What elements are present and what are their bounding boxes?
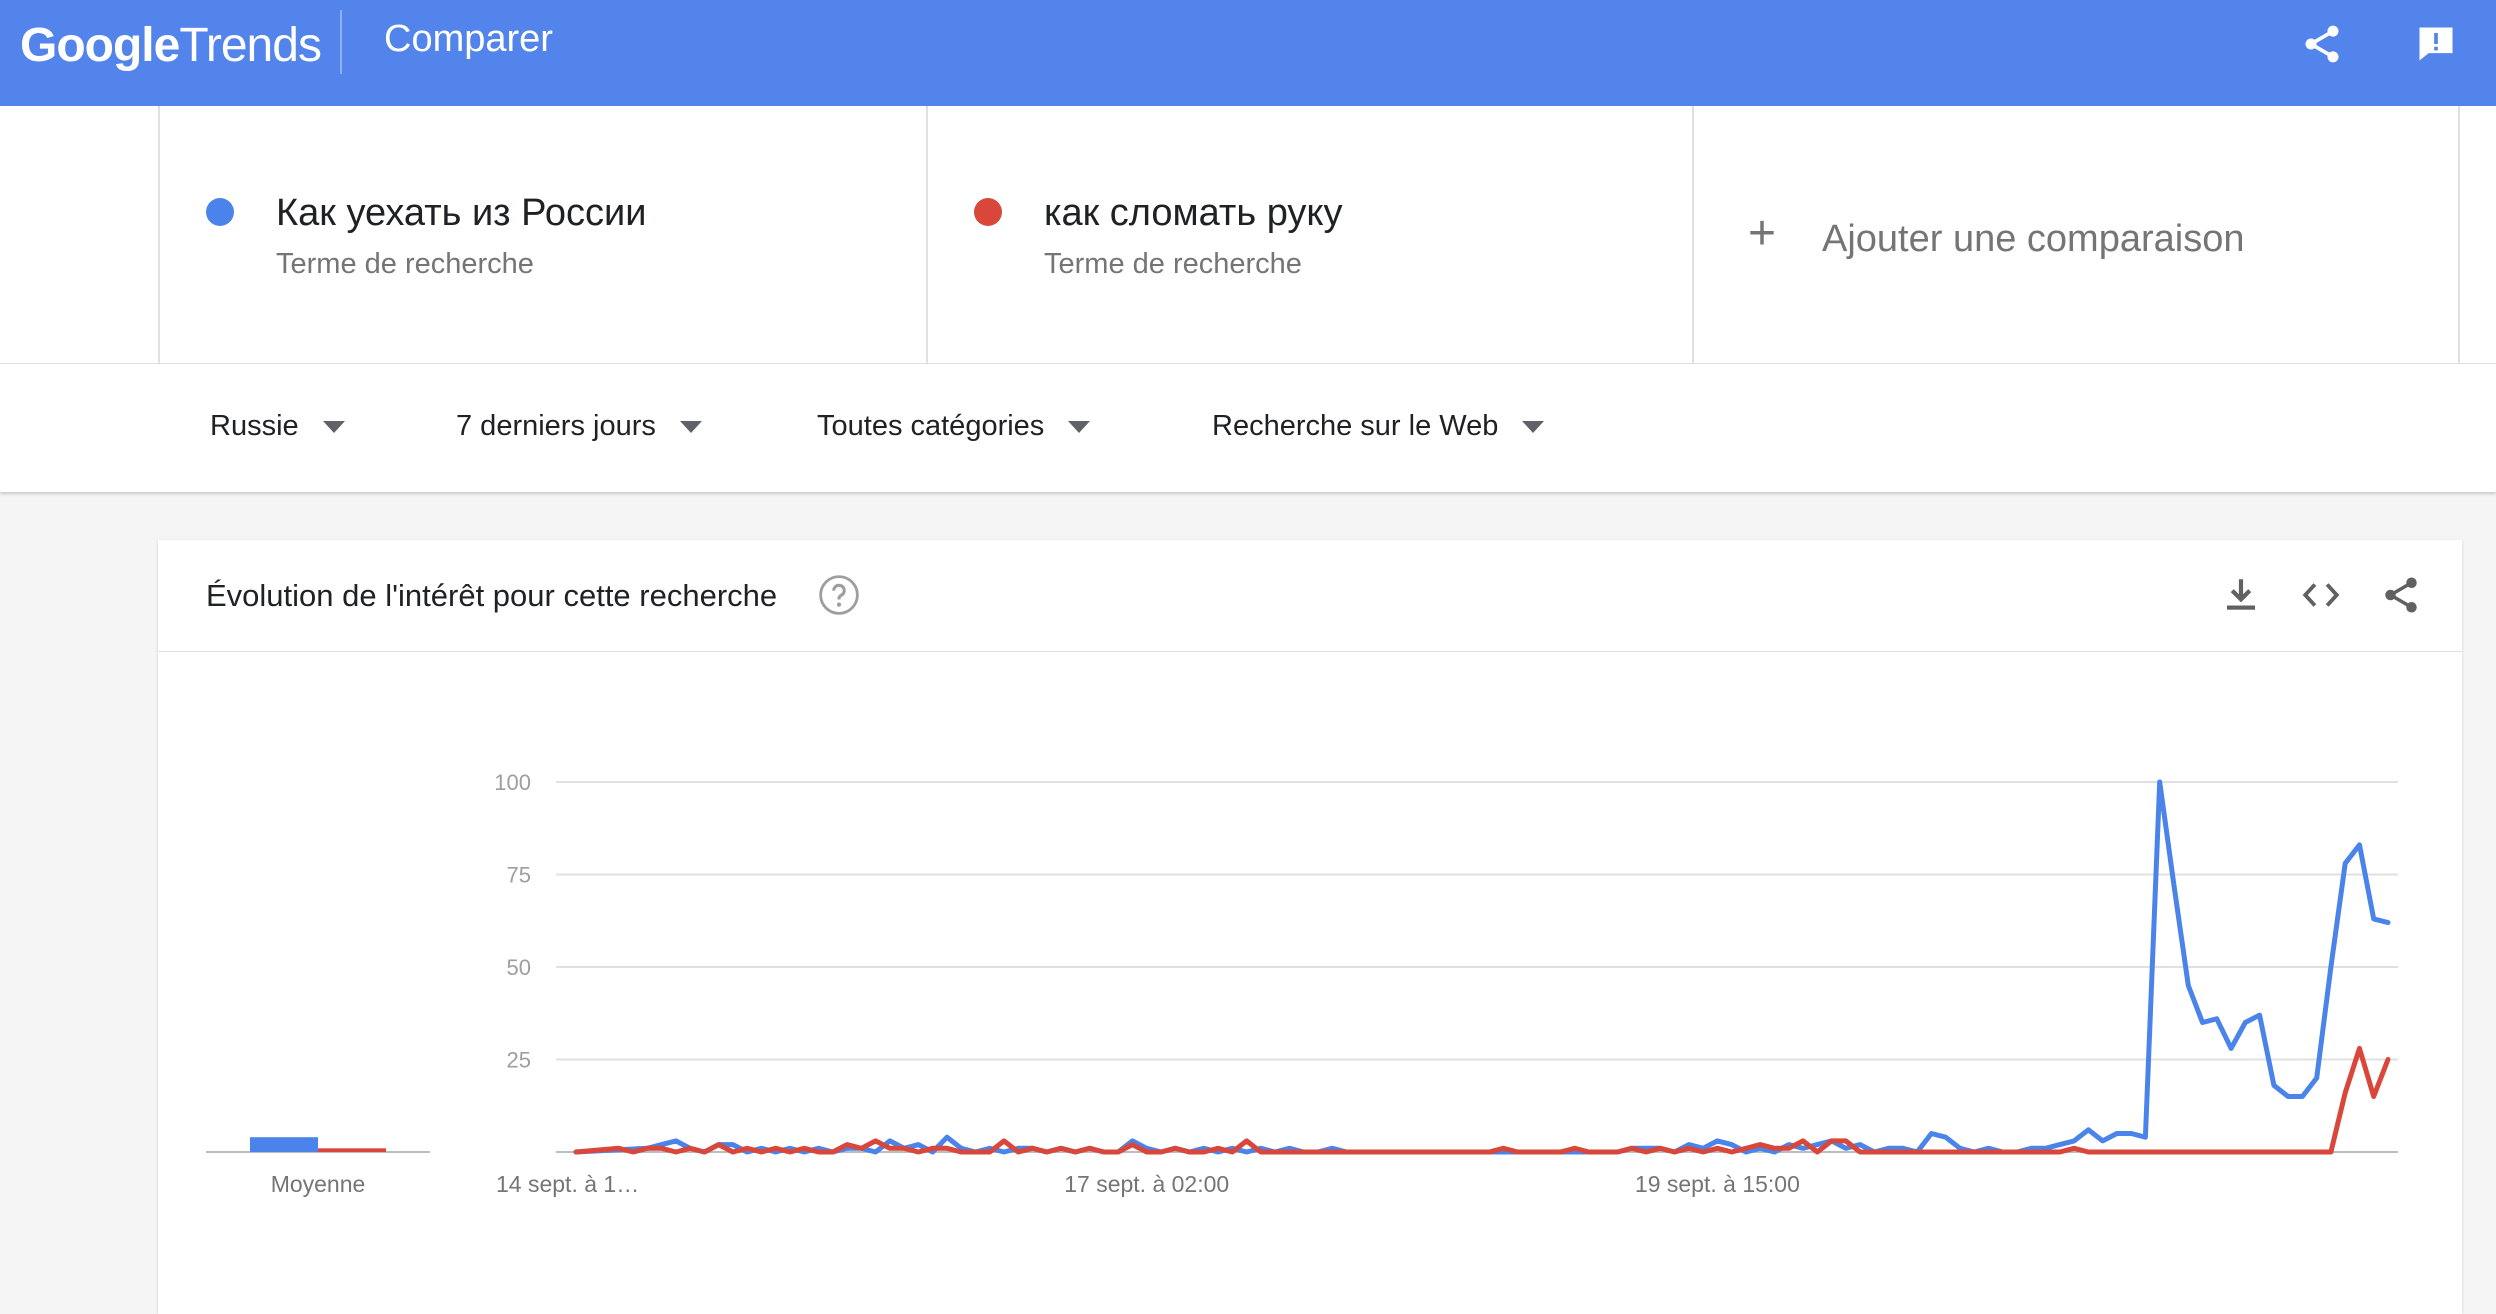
interest-line-chart: 100755025 14 sept. à 1… 17 sept. à 02:00 1…	[206, 770, 2398, 1197]
term-card-2[interactable]: как сломать руку Terme de recherche	[926, 106, 1692, 364]
term-1-name: Как уехать из России	[276, 192, 647, 234]
caret-down-icon	[679, 420, 702, 433]
y-axis-ticks: 100 75 50 25	[494, 770, 531, 1073]
category-filter[interactable]: Toutes catégories	[817, 410, 1091, 443]
help-icon[interactable]	[818, 574, 860, 616]
caret-down-icon	[322, 420, 345, 433]
average-bar	[318, 1148, 386, 1152]
logo-google-text: Google	[20, 19, 180, 72]
x-tick-label: 17 sept. à 02:00	[1064, 1171, 1229, 1197]
term-1-subtitle: Terme de recherche	[276, 248, 534, 280]
share-icon[interactable]	[2300, 22, 2344, 66]
add-comparison-button[interactable]: + Ajouter une comparaison	[1692, 106, 2460, 364]
x-tick-label: 14 sept. à 1…	[496, 1171, 639, 1197]
chart-grid	[556, 781, 2398, 1153]
app-header: GoogleTrends Comparer	[0, 0, 2496, 106]
x-tick-label: 19 sept. à 15:00	[1635, 1171, 1800, 1197]
y-tick-label: 50	[507, 955, 531, 980]
plus-icon: +	[1748, 207, 1777, 260]
logo-trends-text: Trends	[179, 19, 322, 72]
google-trends-logo[interactable]: GoogleTrends	[20, 18, 322, 73]
y-tick-label: 75	[507, 863, 531, 888]
filters-bar: Russie 7 derniers jours Toutes catégorie…	[0, 364, 2496, 492]
feedback-icon[interactable]	[2414, 22, 2458, 66]
search-type-filter[interactable]: Recherche sur le Web	[1212, 410, 1545, 443]
y-tick-label: 25	[507, 1048, 531, 1073]
term-card-1[interactable]: Как уехать из России Terme de recherche	[158, 106, 926, 364]
y-tick-label: 100	[494, 770, 531, 795]
x-axis-ticks: 14 sept. à 1… 17 sept. à 02:00 19 sept. à …	[496, 1171, 1800, 1197]
download-icon[interactable]	[2220, 574, 2262, 616]
term-1-color-dot	[206, 198, 234, 226]
panel-title: Évolution de l'intérêt pour cette recher…	[206, 578, 778, 613]
share-chart-icon[interactable]	[2380, 574, 2422, 616]
time-filter-label: 7 derniers jours	[456, 410, 656, 442]
average-bars: Moyenne	[206, 1137, 430, 1197]
category-filter-label: Toutes catégories	[817, 410, 1045, 442]
header-divider	[340, 10, 342, 74]
term-2-name: как сломать руку	[1044, 192, 1343, 234]
caret-down-icon	[1522, 420, 1545, 433]
panel-header: Évolution de l'intérêt pour cette recher…	[158, 540, 2462, 652]
caret-down-icon	[1068, 420, 1091, 433]
page-title: Comparer	[384, 18, 553, 60]
comparison-row: Как уехать из России Terme de recherche …	[0, 106, 2496, 364]
embed-code-icon[interactable]	[2300, 574, 2342, 616]
term-2-color-dot	[974, 198, 1002, 226]
term-2-subtitle: Terme de recherche	[1044, 248, 1302, 280]
average-label: Moyenne	[271, 1171, 366, 1197]
average-bar	[250, 1137, 318, 1152]
add-comparison-label: Ajouter une comparaison	[1822, 218, 2245, 260]
region-filter[interactable]: Russie	[210, 410, 345, 443]
interest-over-time-panel: Évolution de l'intérêt pour cette recher…	[158, 540, 2462, 1314]
region-filter-label: Russie	[210, 410, 299, 442]
search-type-filter-label: Recherche sur le Web	[1212, 410, 1499, 442]
time-filter[interactable]: 7 derniers jours	[456, 410, 702, 443]
